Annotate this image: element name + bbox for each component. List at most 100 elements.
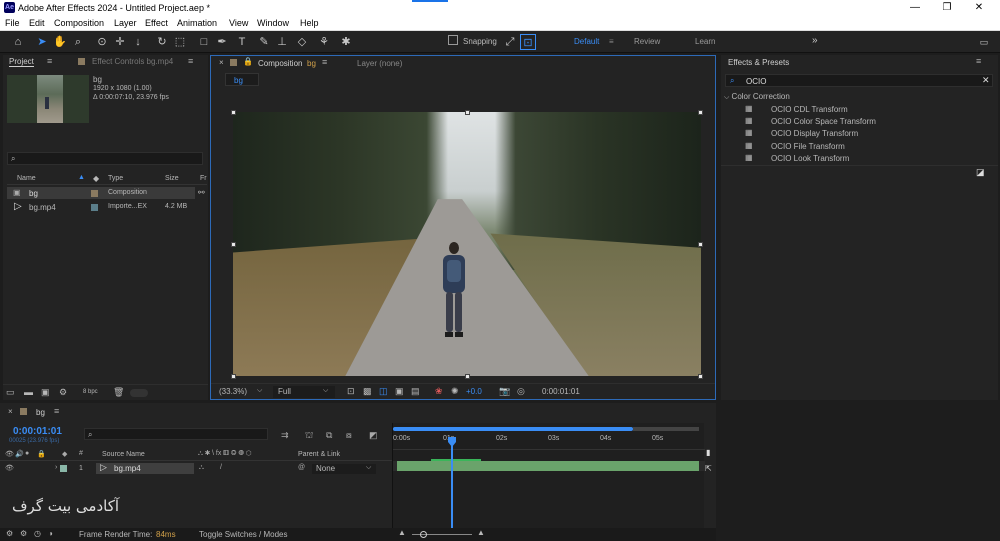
effect-controls-menu-icon[interactable]: ≡ xyxy=(188,56,193,66)
effect-category[interactable]: ⌵ Color Correction xyxy=(724,92,790,102)
comp-breadcrumb[interactable]: bg xyxy=(225,73,259,86)
bound-handle-bl[interactable] xyxy=(231,374,236,379)
effects-panel-menu-icon[interactable]: ≡ xyxy=(976,56,981,66)
workspace-learn[interactable]: Learn xyxy=(695,37,715,46)
hand-tool-icon[interactable]: ✋ xyxy=(52,34,68,50)
expand-layer-icon[interactable]: › xyxy=(55,464,57,471)
menu-view[interactable]: View xyxy=(229,18,248,28)
zoom-slider-thumb[interactable] xyxy=(420,531,427,538)
resolution-dropdown[interactable]: Full ⌵ xyxy=(273,386,335,398)
viewer-timecode[interactable]: 0:00:01:01 xyxy=(542,387,580,396)
dolly-tool-icon[interactable]: ↓ xyxy=(130,34,146,50)
tab-project[interactable]: Project xyxy=(9,57,34,67)
chevron-down-icon[interactable]: ⌵ xyxy=(257,387,262,395)
motion-blur-icon[interactable]: ◩ xyxy=(369,430,378,441)
effect-item[interactable]: ▦ OCIO CDL Transform xyxy=(745,104,848,114)
bound-handle-tr[interactable] xyxy=(698,110,703,115)
flowchart-icon[interactable]: ⚯ xyxy=(198,188,205,197)
timeline-tab-name[interactable]: bg xyxy=(36,408,45,417)
comp-button-icon[interactable]: ⇱ xyxy=(705,464,712,473)
exposure-value[interactable]: +0.0 xyxy=(466,387,482,396)
draft-3d-icon[interactable]: ⛫ xyxy=(305,430,313,442)
column-type[interactable]: Type xyxy=(108,175,123,182)
tab-layer[interactable]: Layer (none) xyxy=(357,59,402,68)
rotation-tool-icon[interactable]: ↻ xyxy=(154,34,170,50)
lock-icon[interactable]: 🔒 xyxy=(37,450,46,458)
effect-item[interactable]: ▦ OCIO Color Space Transform xyxy=(745,116,876,126)
workspace-menu-icon[interactable]: ≡ xyxy=(609,37,614,46)
workspace-default[interactable]: Default xyxy=(574,37,599,46)
interpret-footage-icon[interactable]: ▭ xyxy=(6,387,15,398)
tab-effect-controls[interactable]: Effect Controls bg.mp4 xyxy=(92,57,173,66)
comp-end-marker-icon[interactable]: ▮ xyxy=(706,448,710,457)
grid-guides-icon[interactable]: ▣ xyxy=(395,386,404,397)
menu-layer[interactable]: Layer xyxy=(114,18,137,28)
quality-switch-icon[interactable]: / xyxy=(220,464,222,471)
effect-item[interactable]: ▦ OCIO Display Transform xyxy=(745,128,858,138)
pick-whip-icon[interactable]: @ xyxy=(298,464,305,471)
effect-item[interactable]: ▦ OCIO Look Transform xyxy=(745,153,849,163)
rectangle-tool-icon[interactable]: □ xyxy=(196,34,212,50)
snapping-checkbox[interactable] xyxy=(448,35,458,45)
frame-blending-icon[interactable]: ⧇ xyxy=(346,430,352,441)
pen-tool-icon[interactable]: ✒ xyxy=(214,34,230,50)
layer-row[interactable]: 👁 › 1 ▷ bg.mp4 ⛬ / @ None ⌵ xyxy=(0,462,392,475)
comp-mini-flowchart-icon[interactable]: ⇉ xyxy=(281,430,289,441)
pan-behind-tool-icon[interactable]: ⬚ xyxy=(172,34,188,50)
menu-composition[interactable]: Composition xyxy=(54,18,104,28)
column-frame-rate[interactable]: Fr xyxy=(200,175,207,182)
menu-edit[interactable]: Edit xyxy=(29,18,45,28)
bound-handle-mr[interactable] xyxy=(698,242,703,247)
color-management-icon[interactable]: ✺ xyxy=(451,386,459,397)
zoom-out-icon[interactable]: ▲ xyxy=(398,528,406,537)
tab-composition[interactable]: Composition xyxy=(258,59,302,68)
new-composition-icon[interactable]: ▣ xyxy=(41,387,50,398)
clear-search-icon[interactable]: ✕ xyxy=(982,75,990,86)
snap-options-icon[interactable]: ⤢ xyxy=(502,34,518,50)
orbit-tool-icon[interactable]: ⊙ xyxy=(94,34,110,50)
transparency-grid-icon[interactable]: ▩ xyxy=(363,386,372,397)
project-row-bg-mp4[interactable]: ▷ bg.mp4 Importe...EX 4.2 MB xyxy=(7,201,195,213)
color-channels-icon[interactable]: ❀ xyxy=(435,386,443,397)
3d-view-icon[interactable]: ▤ xyxy=(411,386,420,397)
lock-icon[interactable]: 🔒 xyxy=(243,57,253,66)
delete-icon[interactable]: 🗑 xyxy=(113,387,124,398)
menu-file[interactable]: File xyxy=(5,18,20,28)
project-search-input[interactable]: ⌕ xyxy=(7,152,203,165)
audio-icon[interactable]: 🔊 xyxy=(15,450,24,458)
magnification-dropdown[interactable]: (33.3%) xyxy=(219,387,247,396)
bound-handle-tl[interactable] xyxy=(231,110,236,115)
panel-menu-icon[interactable]: ≡ xyxy=(47,56,52,66)
effect-item[interactable]: ▦ OCIO File Transform xyxy=(745,141,845,151)
new-preset-icon[interactable]: ◪ xyxy=(976,167,985,178)
parent-dropdown[interactable]: None ⌵ xyxy=(312,464,376,474)
selection-tool-icon[interactable]: ➤ xyxy=(34,34,50,50)
new-folder-icon[interactable]: ▬ xyxy=(24,387,33,397)
menu-effect[interactable]: Effect xyxy=(145,18,168,28)
brush-tool-icon[interactable]: ✎ xyxy=(256,34,272,50)
bound-handle-ml[interactable] xyxy=(231,242,236,247)
region-of-interest-icon[interactable]: ⊡ xyxy=(347,386,355,397)
effects-search-input[interactable]: ⌕ OCIO ✕ xyxy=(725,74,993,87)
layer-label-swatch[interactable] xyxy=(60,465,67,472)
effects-panel-title[interactable]: Effects & Presets xyxy=(728,58,789,67)
parent-link-header[interactable]: Parent & Link xyxy=(298,451,340,458)
timeline-track-area[interactable]: 0:00s 01s 02s 03s 04s 05s xyxy=(392,423,705,528)
toggle-switches-modes[interactable]: Toggle Switches / Modes xyxy=(199,530,288,539)
extensions-icon[interactable]: ▭ xyxy=(976,34,992,50)
zoom-in-icon[interactable]: ▲ xyxy=(477,528,485,537)
eraser-tool-icon[interactable]: ◇ xyxy=(294,34,310,50)
tab-comp-name[interactable]: bg xyxy=(307,59,316,68)
visibility-eye-icon[interactable]: 👁 xyxy=(5,464,14,472)
source-name-header[interactable]: Source Name xyxy=(102,451,145,458)
timeline-menu-icon[interactable]: ≡ xyxy=(54,406,59,416)
project-settings-icon[interactable]: ⚙ xyxy=(59,387,67,398)
shy-switch-icon[interactable]: ⛬ xyxy=(199,464,204,472)
mask-visibility-icon[interactable]: ◫ xyxy=(379,386,388,397)
video-eye-icon[interactable]: 👁 xyxy=(5,450,14,458)
render-time-icon[interactable]: ◑ xyxy=(48,529,53,538)
bit-depth-label[interactable]: 8 bpc xyxy=(83,389,98,395)
comp-panel-menu-icon[interactable]: ≡ xyxy=(322,57,327,67)
bound-handle-tc[interactable] xyxy=(465,110,470,115)
layer-name-field[interactable]: ▷ bg.mp4 xyxy=(96,462,194,474)
